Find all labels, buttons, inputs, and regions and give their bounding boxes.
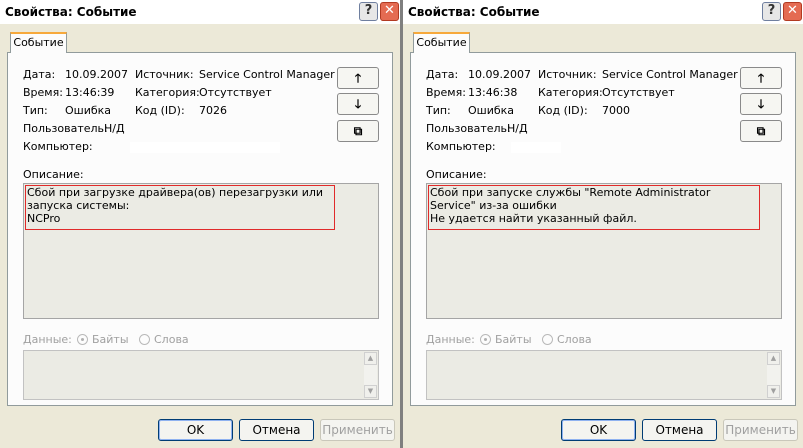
help-button[interactable]: ? xyxy=(762,2,781,21)
time-label: Время: xyxy=(426,86,466,99)
description-label: Описание: xyxy=(23,168,84,181)
help-button[interactable]: ? xyxy=(359,2,378,21)
data-label: Данные: xyxy=(23,333,72,346)
arrow-down-icon: 🡓 xyxy=(757,97,765,111)
bytes-radio-label: Байты xyxy=(495,333,532,346)
type-label: Тип: xyxy=(23,104,48,117)
id-value: 7000 xyxy=(602,104,630,117)
type-value: Ошибка xyxy=(468,104,515,117)
scroll-down-icon[interactable]: ▼ xyxy=(364,385,377,398)
source-label: Источник: xyxy=(538,68,597,81)
title-bar[interactable]: Свойства: Событие ? ✕ xyxy=(0,0,400,24)
words-radio[interactable] xyxy=(542,334,553,345)
arrow-down-icon: 🡓 xyxy=(354,97,362,111)
arrow-up-icon: 🡑 xyxy=(354,71,362,85)
highlight-box xyxy=(428,185,760,230)
computer-value-redacted xyxy=(130,142,280,153)
ok-button[interactable]: OK xyxy=(561,419,636,441)
scroll-up-icon[interactable]: ▲ xyxy=(364,352,377,365)
source-label: Источник: xyxy=(135,68,194,81)
bytes-radio[interactable] xyxy=(480,334,491,345)
category-label: Категория: xyxy=(538,86,603,99)
date-value: 10.09.2007 xyxy=(65,68,128,81)
description-label: Описание: xyxy=(426,168,487,181)
title-bar[interactable]: Свойства: Событие ? ✕ xyxy=(403,0,803,24)
date-value: 10.09.2007 xyxy=(468,68,531,81)
scrollbar[interactable]: ▲ ▼ xyxy=(767,352,780,398)
tab-event[interactable]: Событие xyxy=(10,32,67,53)
user-value: Н/Д xyxy=(507,122,528,135)
highlight-box xyxy=(25,185,335,230)
date-label: Дата: xyxy=(426,68,459,81)
close-button[interactable]: ✕ xyxy=(783,2,802,21)
source-value: Service Control Manager xyxy=(602,68,738,81)
copy-clipboard-icon: ⧉ xyxy=(353,124,363,138)
event-properties-window: Свойства: Событие ? ✕ Событие Дата: 10.0… xyxy=(0,0,400,448)
time-label: Время: xyxy=(23,86,63,99)
description-box[interactable]: Сбой при запуске службы "Remote Administ… xyxy=(426,183,782,319)
user-label: Пользователь: xyxy=(426,122,511,135)
tab-event[interactable]: Событие xyxy=(413,32,470,53)
scroll-up-icon[interactable]: ▲ xyxy=(767,352,780,365)
time-value: 13:46:38 xyxy=(468,86,518,99)
scroll-down-icon[interactable]: ▼ xyxy=(767,385,780,398)
close-x-icon: ✕ xyxy=(384,3,395,18)
ok-button[interactable]: OK xyxy=(158,419,233,441)
cancel-button[interactable]: Отмена xyxy=(239,419,314,441)
bytes-radio-label: Байты xyxy=(92,333,129,346)
computer-label: Компьютер: xyxy=(426,140,496,153)
date-label: Дата: xyxy=(23,68,56,81)
question-mark-icon: ? xyxy=(364,3,373,18)
computer-label: Компьютер: xyxy=(23,140,93,153)
apply-button[interactable]: Применить xyxy=(320,419,395,441)
words-radio-label: Слова xyxy=(557,333,592,346)
window-title: Свойства: Событие xyxy=(5,5,137,19)
previous-event-button[interactable]: 🡑 xyxy=(337,67,379,89)
copy-button[interactable]: ⧉ xyxy=(740,120,782,142)
description-box[interactable]: Сбой при загрузке драйвера(ов) перезагру… xyxy=(23,183,379,319)
type-value: Ошибка xyxy=(65,104,112,117)
arrow-up-icon: 🡑 xyxy=(757,71,765,85)
close-button[interactable]: ✕ xyxy=(380,2,399,21)
next-event-button[interactable]: 🡓 xyxy=(740,93,782,115)
copy-clipboard-icon: ⧉ xyxy=(756,124,766,138)
question-mark-icon: ? xyxy=(767,3,776,18)
id-label: Код (ID): xyxy=(135,104,185,117)
data-box[interactable]: ▲ ▼ xyxy=(426,350,782,400)
cancel-button[interactable]: Отмена xyxy=(642,419,717,441)
next-event-button[interactable]: 🡓 xyxy=(337,93,379,115)
id-label: Код (ID): xyxy=(538,104,588,117)
data-label: Данные: xyxy=(426,333,475,346)
user-label: Пользователь: xyxy=(23,122,108,135)
data-box[interactable]: ▲ ▼ xyxy=(23,350,379,400)
scrollbar[interactable]: ▲ ▼ xyxy=(364,352,377,398)
category-value: Отсутствует xyxy=(602,86,675,99)
words-radio-label: Слова xyxy=(154,333,189,346)
category-label: Категория: xyxy=(135,86,200,99)
id-value: 7026 xyxy=(199,104,227,117)
previous-event-button[interactable]: 🡑 xyxy=(740,67,782,89)
close-x-icon: ✕ xyxy=(787,3,798,18)
category-value: Отсутствует xyxy=(199,86,272,99)
event-properties-window: Свойства: Событие ? ✕ Событие Дата: 10.0… xyxy=(403,0,803,448)
words-radio[interactable] xyxy=(139,334,150,345)
time-value: 13:46:39 xyxy=(65,86,115,99)
user-value: Н/Д xyxy=(104,122,125,135)
type-label: Тип: xyxy=(426,104,451,117)
event-panel: Дата: 10.09.2007 Время: 13:46:38 Тип: Ош… xyxy=(410,52,796,406)
source-value: Service Control Manager xyxy=(199,68,335,81)
computer-value-redacted xyxy=(511,142,561,153)
bytes-radio[interactable] xyxy=(77,334,88,345)
event-panel: Дата: 10.09.2007 Время: 13:46:39 Тип: Ош… xyxy=(7,52,393,406)
apply-button[interactable]: Применить xyxy=(723,419,798,441)
copy-button[interactable]: ⧉ xyxy=(337,120,379,142)
window-title: Свойства: Событие xyxy=(408,5,540,19)
